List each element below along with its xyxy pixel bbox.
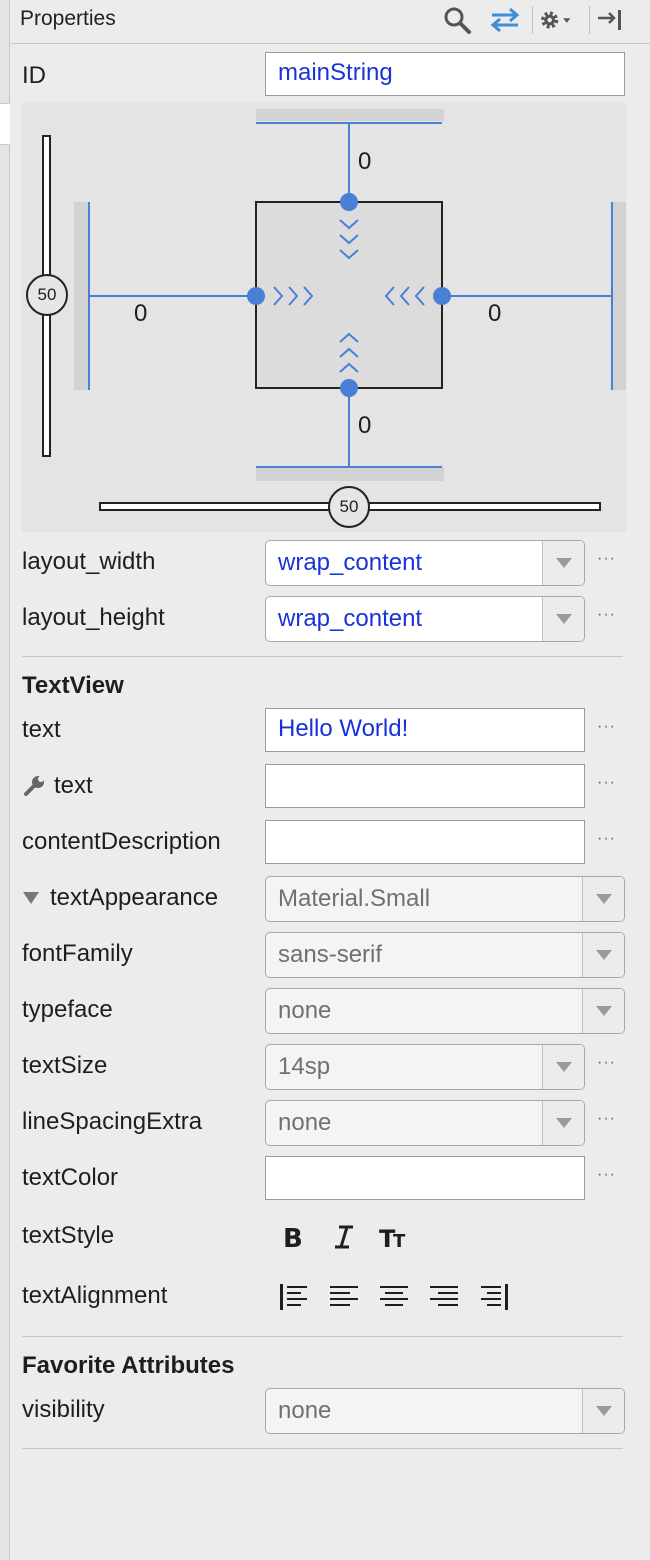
wrench-icon [24, 776, 44, 796]
svg-text:T: T [393, 1231, 406, 1251]
text-appearance-value: Material.Small [278, 885, 431, 912]
chevron-down-icon[interactable] [542, 1101, 584, 1145]
toolbar-separator [589, 6, 590, 34]
properties-panel: Properties ID mainString 0 0 0 0 50 50 l… [11, 0, 650, 1560]
toolbar-separator [532, 6, 533, 34]
layout-width-more-button[interactable]: ··· [597, 550, 616, 568]
layout-height-dropdown[interactable]: wrap_content [265, 596, 585, 642]
line-spacing-value: none [278, 1109, 332, 1136]
layout-width-dropdown[interactable]: wrap_content [265, 540, 585, 586]
chevron-down-icon[interactable] [582, 933, 624, 977]
svg-text:B: B [283, 1224, 303, 1251]
all-caps-icon[interactable]: TT [377, 1219, 411, 1255]
text-color-field[interactable] [265, 1156, 585, 1200]
text-color-label: textColor [22, 1164, 119, 1191]
text-size-value: 14sp [278, 1053, 331, 1080]
horizontal-bias-value[interactable]: 50 [329, 497, 369, 517]
typeface-label: typeface [22, 996, 113, 1023]
text-color-more-button[interactable]: ··· [597, 1166, 616, 1184]
tools-text-field[interactable] [265, 764, 585, 808]
layout-height-label: layout_height [22, 604, 165, 631]
layout-width-label: layout_width [22, 548, 156, 575]
visibility-label: visibility [22, 1396, 105, 1423]
chevron-down-icon[interactable] [582, 1389, 624, 1433]
text-appearance-row-label: textAppearance [22, 884, 218, 912]
section-divider [22, 1336, 623, 1337]
search-icon[interactable] [439, 4, 475, 36]
visibility-value: none [278, 1397, 332, 1424]
favorites-section-title: Favorite Attributes [22, 1352, 235, 1379]
text-label: text [22, 716, 61, 743]
constraint-editor: 0 0 0 0 50 50 [22, 102, 626, 532]
text-size-more-button[interactable]: ··· [597, 1054, 616, 1072]
expand-triangle-icon[interactable] [22, 891, 40, 905]
chevron-down-icon[interactable] [582, 989, 624, 1033]
typeface-dropdown[interactable]: none [265, 988, 625, 1034]
vertical-bias-value[interactable]: 50 [27, 285, 67, 305]
layout-height-more-button[interactable]: ··· [597, 606, 616, 624]
content-description-label: contentDescription [22, 828, 221, 855]
properties-titlebar: Properties [11, 0, 650, 44]
tools-text-more-button[interactable]: ··· [597, 774, 616, 792]
left-gutter [0, 0, 10, 1560]
layout-height-value: wrap_content [278, 605, 423, 632]
hide-panel-icon[interactable] [593, 4, 629, 36]
text-alignment-label: textAlignment [22, 1282, 168, 1309]
panel-title: Properties [20, 7, 116, 30]
typeface-value: none [278, 997, 332, 1024]
font-family-dropdown[interactable]: sans-serif [265, 932, 625, 978]
visibility-dropdown[interactable]: none [265, 1388, 625, 1434]
id-field[interactable]: mainString [265, 52, 625, 96]
section-divider [22, 1448, 623, 1449]
bold-icon[interactable]: B [277, 1219, 311, 1255]
align-center-icon[interactable] [377, 1279, 411, 1315]
line-spacing-more-button[interactable]: ··· [597, 1110, 616, 1128]
tools-text-label: text [54, 772, 93, 799]
margin-top-value[interactable]: 0 [358, 148, 371, 176]
gutter-notch [0, 103, 10, 145]
text-appearance-label: textAppearance [50, 884, 219, 911]
text-style-label: textStyle [22, 1222, 115, 1249]
text-size-label: textSize [22, 1052, 108, 1079]
font-family-value: sans-serif [278, 941, 383, 968]
text-field[interactable]: Hello World! [265, 708, 585, 752]
content-description-more-button[interactable]: ··· [597, 830, 616, 848]
text-more-button[interactable]: ··· [597, 718, 616, 736]
margin-left-value[interactable]: 0 [134, 300, 147, 328]
line-spacing-label: lineSpacingExtra [22, 1108, 203, 1135]
margin-bottom-value[interactable]: 0 [358, 412, 371, 440]
layout-width-value: wrap_content [278, 549, 423, 576]
align-view-start-icon[interactable] [277, 1279, 311, 1315]
font-family-label: fontFamily [22, 940, 133, 967]
textview-section-title: TextView [22, 672, 124, 699]
text-size-dropdown[interactable]: 14sp [265, 1044, 585, 1090]
italic-icon[interactable] [327, 1219, 361, 1255]
id-label: ID [22, 62, 46, 89]
text-appearance-dropdown[interactable]: Material.Small [265, 876, 625, 922]
align-view-end-icon[interactable] [477, 1279, 511, 1315]
chevron-down-icon[interactable] [542, 1045, 584, 1089]
align-right-icon[interactable] [427, 1279, 461, 1315]
align-left-icon[interactable] [327, 1279, 361, 1315]
margin-right-value[interactable]: 0 [488, 300, 501, 328]
tools-text-row-label: text [22, 772, 93, 800]
gear-icon[interactable] [538, 4, 574, 36]
section-divider [22, 656, 623, 657]
line-spacing-dropdown[interactable]: none [265, 1100, 585, 1146]
content-description-field[interactable] [265, 820, 585, 864]
chevron-down-icon[interactable] [542, 597, 584, 641]
chevron-down-icon[interactable] [542, 541, 584, 585]
swap-arrows-icon[interactable] [487, 4, 523, 36]
chevron-down-icon[interactable] [582, 877, 624, 921]
